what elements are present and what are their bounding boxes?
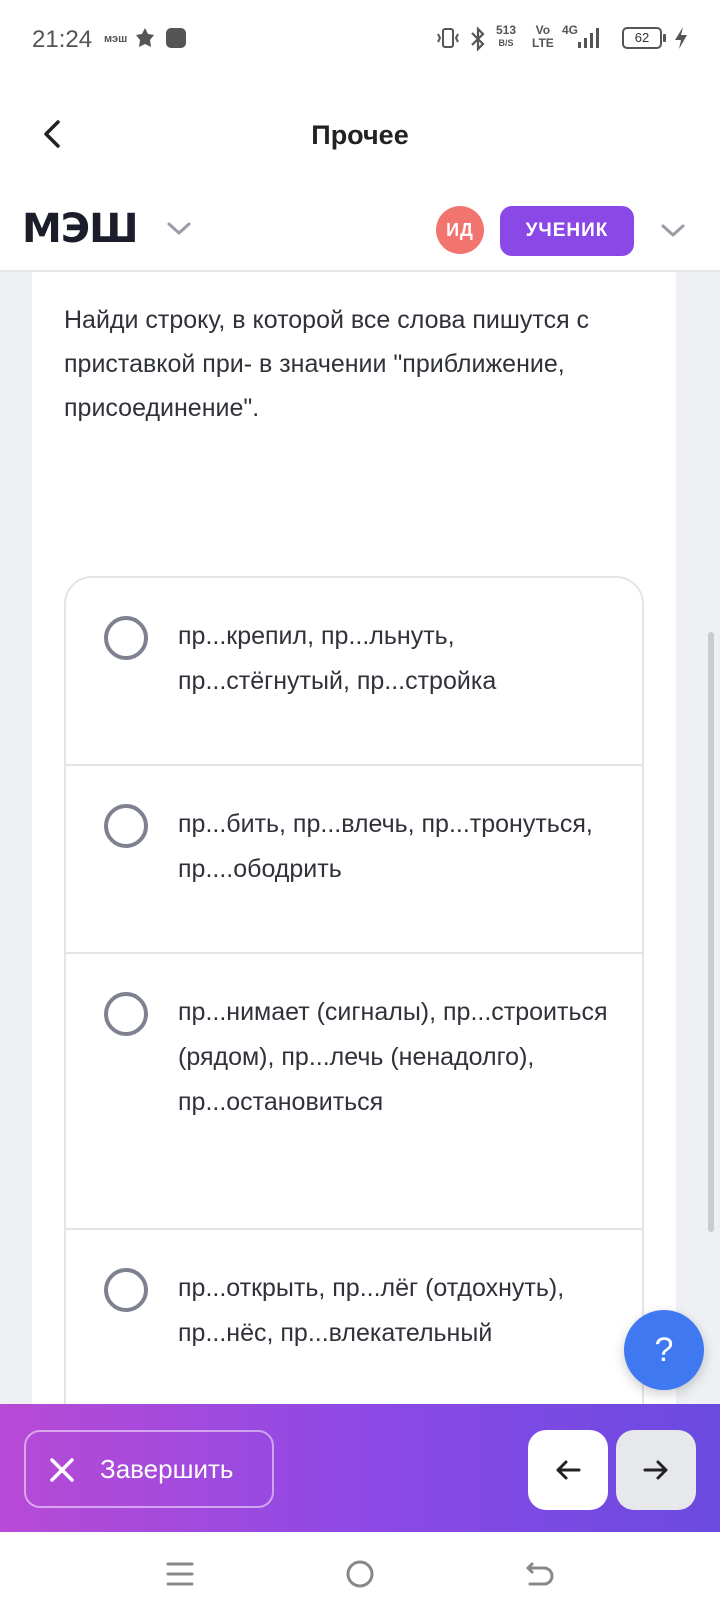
content-area[interactable]: Найди строку, в которой все слова пишутс…	[0, 272, 720, 1404]
volte-indicator: Vo LTE	[532, 24, 554, 50]
answer-option-text: пр...крепил, пр...льнуть, пр...стёгнутый…	[178, 622, 497, 695]
back-system-button[interactable]	[520, 1554, 560, 1594]
vibrate-icon	[434, 26, 462, 55]
answer-option-text: пр...открыть, пр...лёг (отдохнуть), пр..…	[178, 1274, 565, 1347]
menu-button[interactable]	[160, 1554, 200, 1594]
signal-icon	[576, 26, 600, 55]
previous-question-button[interactable]	[528, 1430, 608, 1510]
arrow-right-icon	[643, 1460, 668, 1480]
help-button[interactable]: ?	[624, 1310, 704, 1390]
finish-label: Завершить	[100, 1454, 234, 1484]
chevron-down-icon	[661, 224, 685, 237]
question-text: Найди строку, в которой все слова пишутс…	[64, 306, 590, 422]
notification-icon	[134, 26, 156, 55]
arrow-left-icon	[556, 1460, 581, 1480]
net-speed-value: 513	[496, 23, 517, 37]
avatar[interactable]: ИД	[436, 206, 484, 254]
status-app-label: мэш	[104, 33, 128, 45]
status-time: 21:24	[32, 26, 93, 53]
mesh-logo[interactable]: МЭШ	[22, 206, 139, 252]
net-speed-unit: B/S	[498, 38, 514, 48]
close-icon	[50, 1458, 74, 1482]
system-nav-bar	[0, 1532, 720, 1612]
action-bar: Завершить	[0, 1404, 720, 1532]
back-arrow-icon	[526, 1562, 554, 1586]
next-question-button[interactable]	[616, 1430, 696, 1510]
answer-option-text: пр...бить, пр...влечь, пр...тронуться, п…	[178, 810, 593, 883]
battery-indicator: 62	[622, 27, 666, 49]
radio-button[interactable]	[104, 804, 148, 848]
scrollbar[interactable]	[708, 632, 714, 1232]
menu-icon	[166, 1562, 194, 1586]
charging-icon	[672, 26, 690, 55]
page-title: Прочее	[311, 120, 409, 150]
answer-option-1[interactable]: пр...крепил, пр...льнуть, пр...стёгнутый…	[66, 578, 642, 766]
status-bar: 21:24 мэш 513 B/S Vo LTE 4G 62	[0, 0, 720, 80]
finish-button[interactable]: Завершить	[24, 1430, 274, 1508]
mesh-bar: МЭШ ИД УЧЕНИК	[0, 190, 720, 272]
radio-button[interactable]	[104, 1268, 148, 1312]
role-menu-chevron[interactable]	[658, 218, 688, 242]
answer-option-3[interactable]: пр...нимает (сигналы), пр...строиться (р…	[66, 954, 642, 1230]
answer-option-4[interactable]: пр...открыть, пр...лёг (отдохнуть), пр..…	[66, 1230, 642, 1404]
question-card: Найди строку, в которой все слова пишутс…	[32, 272, 676, 1404]
role-badge[interactable]: УЧЕНИК	[500, 206, 634, 256]
chevron-down-icon	[167, 222, 191, 235]
bluetooth-icon	[468, 26, 488, 57]
app-icon	[164, 26, 188, 55]
app-header: Прочее	[0, 80, 720, 190]
net-speed: 513 B/S	[496, 24, 516, 50]
answer-option-2[interactable]: пр...бить, пр...влечь, пр...тронуться, п…	[66, 766, 642, 954]
answer-option-text: пр...нимает (сигналы), пр...строиться (р…	[178, 998, 608, 1116]
radio-button[interactable]	[104, 616, 148, 660]
mesh-menu-chevron[interactable]	[164, 216, 194, 240]
volte-bottom: LTE	[532, 36, 554, 50]
radio-button[interactable]	[104, 992, 148, 1036]
answer-options: пр...крепил, пр...льнуть, пр...стёгнутый…	[64, 576, 644, 1404]
home-icon	[346, 1560, 374, 1588]
home-button[interactable]	[340, 1554, 380, 1594]
